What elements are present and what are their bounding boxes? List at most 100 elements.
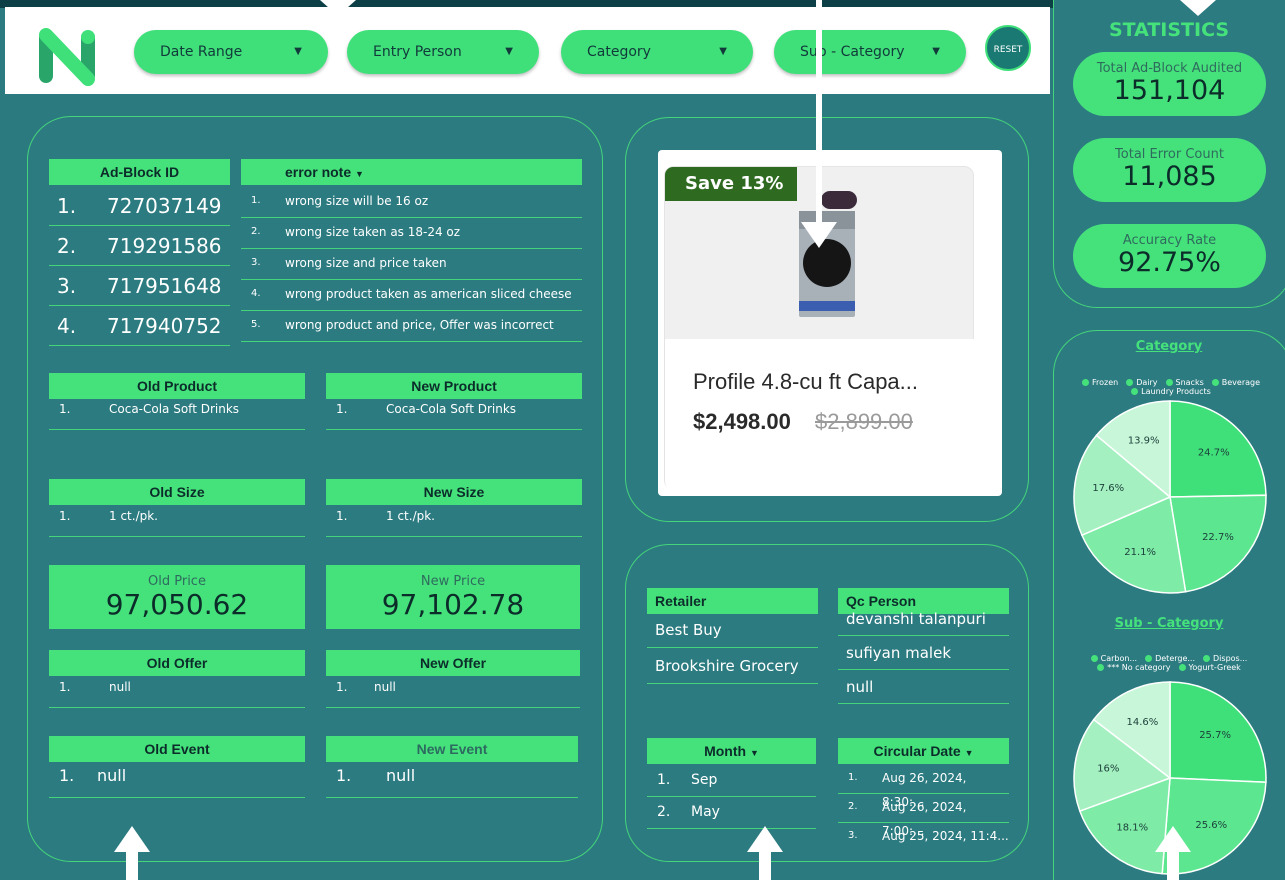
legend-item[interactable]: Frozen: [1081, 378, 1119, 387]
old-product-row: 1. Coca-Cola Soft Drinks: [49, 402, 305, 430]
error-note-label: error note: [285, 164, 352, 180]
reset-button[interactable]: RESET: [985, 25, 1031, 71]
new-offer-header: New Offer: [326, 650, 580, 676]
qc-person-name: null: [846, 678, 874, 696]
table-row: 3. Aug 25, 2024, 11:4...: [838, 824, 1009, 844]
ad-block-id: 717951648: [107, 274, 222, 298]
filter-bar: Date Range ▼ Entry Person ▼ Category ▼ S…: [5, 7, 1050, 94]
arrow-down-icon: [1180, 0, 1216, 16]
new-product-header: New Product: [326, 373, 582, 399]
retailer-name: Best Buy: [655, 621, 722, 639]
pie-slice-label: 18.1%: [1116, 823, 1148, 834]
legend-item[interactable]: Laundry Products: [1131, 387, 1211, 396]
arrow-up-icon: [114, 826, 150, 880]
table-row: 4. wrong product taken as american sliced…: [241, 281, 582, 311]
legend-dot-icon: [1090, 655, 1098, 662]
circular-date-label: Circular Date: [873, 743, 961, 759]
old-event-row: 1. null: [49, 766, 305, 798]
month-header[interactable]: Month ▼: [647, 738, 816, 764]
old-offer-header: Old Offer: [49, 650, 305, 676]
new-price-label: New Price: [420, 574, 486, 589]
legend-dot-icon: [1126, 379, 1134, 386]
pie-slice-label: 17.6%: [1092, 483, 1124, 494]
date-range-label: Date Range: [160, 44, 243, 60]
retailer-header: Retailer: [647, 588, 818, 614]
chevron-down-icon: ▼: [294, 46, 302, 57]
product-price: $2,498.00: [693, 409, 791, 434]
old-product-header: Old Product: [49, 373, 305, 399]
row-number: 4.: [57, 314, 77, 338]
circular-date-list[interactable]: 1. Aug 26, 2024, 8:30:... 2. Aug 26, 2024, …: [838, 766, 1009, 844]
stat-value: 11,085: [1122, 161, 1217, 192]
legend-label: *** No category: [1107, 663, 1171, 672]
row-number: 2.: [251, 226, 261, 237]
table-row: 3. 717951648: [49, 268, 230, 306]
legend-item[interactable]: Deterge...: [1145, 654, 1195, 663]
legend-label: Beverage: [1221, 378, 1261, 387]
row-number: 1.: [848, 772, 858, 783]
error-note-text: wrong size will be 16 oz: [285, 194, 429, 208]
row-number: 2.: [848, 801, 858, 812]
category-pie-chart: 24.7% 22.7% 21.1% 17.6% 13.9%: [1073, 400, 1267, 594]
legend-item[interactable]: Beverage: [1211, 378, 1261, 387]
stat-card: Accuracy Rate 92.75%: [1073, 224, 1266, 288]
row-number: 1.: [57, 194, 77, 218]
stat-value: 92.75%: [1118, 247, 1221, 278]
entry-person-label: Entry Person: [373, 44, 462, 60]
row-number: 2.: [657, 804, 671, 820]
stat-card: Total Error Count 11,085: [1073, 138, 1266, 202]
list-item: sufiyan malek: [838, 638, 1009, 670]
list-item: null: [838, 672, 1009, 704]
entry-person-filter[interactable]: Entry Person ▼: [347, 30, 539, 74]
legend-dot-icon: [1211, 379, 1219, 386]
circular-date-header[interactable]: Circular Date ▼: [838, 738, 1009, 764]
row-number: 3.: [251, 257, 261, 268]
pie-slice-label: 25.7%: [1199, 730, 1231, 741]
date-range-filter[interactable]: Date Range ▼: [134, 30, 328, 74]
legend-dot-icon: [1145, 655, 1153, 662]
list-item: Brookshire Grocery: [647, 650, 818, 684]
new-event-row: 1. null: [326, 766, 578, 798]
table-row: 1. Aug 26, 2024, 8:30:...: [838, 766, 1009, 809]
new-product-row: 1. Coca-Cola Soft Drinks: [326, 402, 582, 430]
pie-slice[interactable]: [1169, 494, 1267, 593]
legend-dot-icon: [1178, 664, 1186, 671]
new-price-value: 97,102.78: [381, 588, 525, 621]
error-note-text: wrong size and price taken: [285, 256, 447, 270]
legend-item[interactable]: Yogurt-Greek: [1178, 663, 1241, 672]
table-row: 4. 717940752: [49, 308, 230, 346]
sub-category-filter[interactable]: Sub - Category ▼: [774, 30, 966, 74]
old-offer-row: 1. null: [49, 680, 305, 708]
chevron-down-icon: ▼: [932, 46, 940, 57]
legend-item[interactable]: Carbon...: [1090, 654, 1137, 663]
legend-dot-icon: [1203, 655, 1211, 662]
month-label: Month: [704, 743, 747, 759]
legend-item[interactable]: Snacks: [1165, 378, 1204, 387]
pie-slice-label: 24.7%: [1198, 447, 1230, 458]
error-note-text: wrong product taken as american sliced c…: [285, 287, 572, 301]
new-offer-row: 1. null: [326, 680, 580, 708]
new-size-header: New Size: [326, 479, 582, 505]
product-card[interactable]: Save 13% Profile 4.8-cu ft Capa... $2,49…: [658, 150, 1002, 496]
error-note-header[interactable]: error note ▼: [241, 159, 582, 185]
table-row: 1. Sep: [647, 766, 816, 797]
row-number: 4.: [251, 288, 261, 299]
sub-category-legend: Carbon... Deterge... Dispos... *** No categ…: [1068, 654, 1278, 672]
old-event-header: Old Event: [49, 736, 305, 762]
sort-down-icon: ▼: [749, 748, 759, 758]
category-chart-title: Category: [1135, 339, 1203, 354]
ad-block-id: 727037149: [107, 194, 222, 218]
qc-person-name: sufiyan malek: [846, 644, 951, 662]
ad-block-id: 719291586: [107, 234, 222, 258]
annotation-arrow: [816, 0, 822, 232]
product-title[interactable]: Profile 4.8-cu ft Capa...: [693, 369, 918, 395]
new-event-header: New Event: [326, 736, 578, 762]
qc-person-name: devanshi talanpuri: [846, 610, 986, 628]
sort-down-icon: ▼: [355, 169, 364, 179]
table-row: 3. wrong size and price taken: [241, 250, 582, 280]
legend-item[interactable]: *** No category: [1097, 663, 1171, 672]
legend-item[interactable]: Dairy: [1126, 378, 1158, 387]
legend-label: Frozen: [1091, 378, 1119, 387]
category-filter[interactable]: Category ▼: [561, 30, 753, 74]
legend-item[interactable]: Dispos...: [1203, 654, 1247, 663]
